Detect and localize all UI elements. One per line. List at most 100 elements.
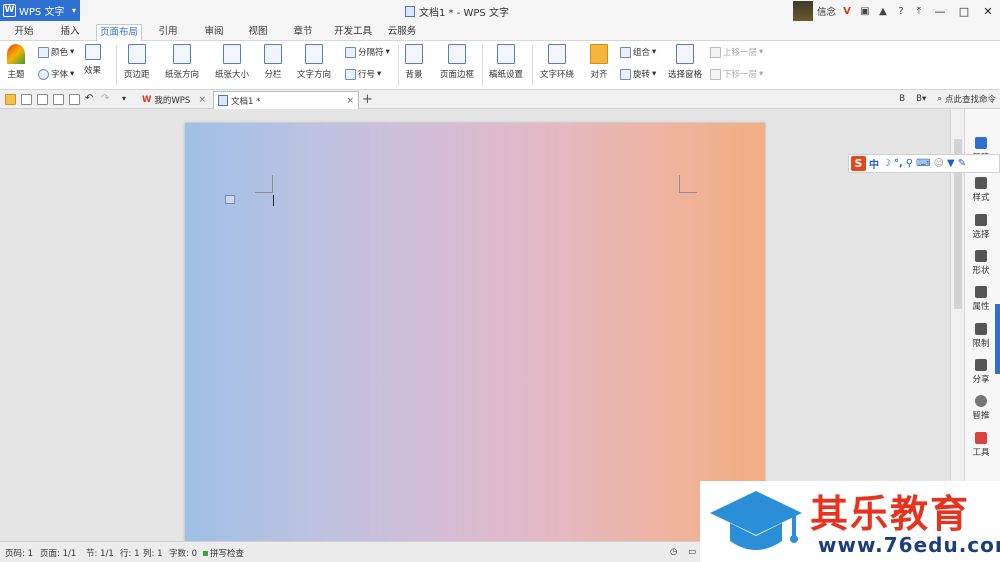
close-button[interactable]: ✕	[976, 0, 1000, 22]
chevron-down-icon: ▾	[70, 47, 75, 57]
manuscript-button[interactable]: 稿纸设置	[489, 44, 523, 80]
close-icon[interactable]: ×	[346, 96, 354, 106]
colors-button[interactable]: 颜色 ▾	[38, 46, 74, 58]
columns-button[interactable]: 分栏	[264, 44, 282, 80]
tab-view[interactable]: 视图	[242, 24, 274, 41]
side-panel-toggle[interactable]	[995, 304, 1000, 374]
orientation-button[interactable]: 纸张方向	[165, 44, 199, 80]
status-row[interactable]: 行: 1	[120, 547, 139, 559]
minimize-button[interactable]: —	[928, 0, 952, 22]
align-button[interactable]: 对齐	[590, 44, 608, 80]
side-item-label: 形状	[972, 266, 990, 276]
side-item-label: 样式	[972, 193, 990, 203]
side-item-properties[interactable]: 属性	[965, 286, 997, 312]
view-mode-icon[interactable]: ▭	[688, 547, 696, 557]
new-tab-button[interactable]: +	[362, 92, 373, 107]
format-icon[interactable]: B▾	[916, 94, 926, 104]
print-icon[interactable]	[53, 94, 64, 105]
status-section[interactable]: 节: 1/1	[86, 547, 114, 559]
tab-my-wps[interactable]: W 我的WPS ×	[138, 91, 210, 109]
ime-mode[interactable]: 中	[869, 156, 879, 171]
paper-size-button[interactable]: 纸张大小	[215, 44, 249, 80]
font-button[interactable]: 字体 ▾	[38, 68, 74, 80]
tab-page-layout[interactable]: 页面布局	[96, 24, 142, 41]
margins-button[interactable]: 页边距	[124, 44, 150, 80]
close-icon[interactable]: ×	[198, 95, 206, 105]
rotate-button[interactable]: 旋转 ▾	[620, 68, 656, 80]
microphone-icon[interactable]: ⚲	[906, 158, 913, 169]
columns-icon	[264, 44, 282, 64]
document-page[interactable]	[185, 123, 765, 541]
restore-layout-icon[interactable]: ⤒	[911, 3, 927, 19]
ime-toolbar[interactable]: S 中 ☽ °, ⚲ ⌨ ☺ ▼ ✎	[848, 154, 1000, 173]
maximize-button[interactable]: □	[952, 0, 976, 22]
search-command[interactable]: B B▾ ⌕ 点此查找命令	[899, 93, 996, 105]
status-column[interactable]: 列: 1	[143, 547, 162, 559]
tab-home[interactable]: 开始	[8, 24, 40, 41]
bold-b-icon[interactable]: B	[899, 94, 905, 104]
text-direction-button[interactable]: 文字方向	[297, 44, 331, 80]
document-title-text: 文档1 * - WPS 文字	[419, 8, 509, 19]
side-item-label: 属性	[972, 302, 990, 312]
tab-cloud-services[interactable]: 云服务	[384, 24, 420, 41]
side-item-tools[interactable]: 工具	[965, 432, 997, 458]
search-icon: ⌕	[937, 94, 942, 104]
manuscript-icon	[497, 44, 515, 64]
effects-button[interactable]: 效果	[84, 44, 101, 76]
theme-button[interactable]: 主题	[7, 44, 25, 80]
vip-icon[interactable]: V	[839, 3, 855, 19]
side-item-shapes[interactable]: 形状	[965, 250, 997, 276]
background-button[interactable]: 背景	[405, 44, 423, 80]
line-numbers-button[interactable]: 行号 ▾	[345, 68, 381, 80]
status-pages[interactable]: 页面: 1/1	[40, 547, 76, 559]
new-doc-icon	[975, 137, 987, 149]
side-item-recommend[interactable]: 智推	[965, 395, 997, 421]
side-item-styles[interactable]: 样式	[965, 177, 997, 203]
side-item-select[interactable]: 选择	[965, 214, 997, 240]
paste-options-icon[interactable]	[225, 195, 235, 204]
page-borders-button[interactable]: 页面边框	[440, 44, 474, 80]
skin-icon[interactable]: ▼	[947, 158, 955, 169]
status-page-number[interactable]: 页码: 1	[5, 547, 33, 559]
selection-pane-icon	[676, 44, 694, 64]
user-icon[interactable]: ☺	[934, 158, 944, 169]
page-borders-label: 页面边框	[440, 70, 475, 80]
search-command-label: 点此查找命令	[944, 95, 996, 105]
export-pdf-icon[interactable]	[37, 94, 48, 105]
redo-icon[interactable]: ↷	[101, 94, 112, 105]
side-item-share[interactable]: 分享	[965, 359, 997, 385]
customize-quick-access-icon[interactable]: ▾	[122, 94, 133, 105]
print-preview-icon[interactable]	[69, 94, 80, 105]
tab-insert[interactable]: 插入	[54, 24, 86, 41]
wrap-text-button[interactable]: 文字环绕	[540, 44, 574, 80]
undo-icon[interactable]: ↶	[85, 94, 96, 105]
keyboard-icon[interactable]: ⌨	[916, 158, 930, 169]
breaks-icon	[345, 46, 356, 58]
tab-developer[interactable]: 开发工具	[330, 24, 376, 41]
punctuation-icon[interactable]: °,	[894, 158, 903, 169]
breaks-button[interactable]: 分隔符 ▾	[345, 46, 390, 58]
bring-forward-button[interactable]: 上移一层 ▾	[710, 46, 763, 58]
avatar[interactable]	[792, 1, 813, 21]
status-word-count[interactable]: 字数: 0	[169, 547, 197, 559]
wrench-icon[interactable]: ✎	[958, 158, 966, 169]
group-button[interactable]: 组合 ▾	[620, 46, 656, 58]
tab-references[interactable]: 引用	[152, 24, 184, 41]
tab-document1[interactable]: 文档1 * ×	[213, 91, 359, 109]
skin-icon[interactable]: ▣	[857, 3, 873, 19]
help-icon[interactable]: ?	[893, 3, 909, 19]
user-name[interactable]: 信念	[817, 4, 836, 18]
spell-check-toggle[interactable]: 拼写检查	[203, 547, 244, 559]
half-width-icon[interactable]: ☽	[882, 158, 891, 169]
selection-pane-button[interactable]: 选择窗格	[668, 44, 702, 80]
tab-section[interactable]: 章节	[287, 24, 319, 41]
history-icon[interactable]: ◷	[670, 547, 677, 557]
tab-review[interactable]: 审阅	[198, 24, 230, 41]
save-icon[interactable]	[21, 94, 32, 105]
send-backward-button[interactable]: 下移一层 ▾	[710, 68, 763, 80]
shirt-icon[interactable]: ▲	[875, 3, 891, 19]
side-item-restrict[interactable]: 限制	[965, 323, 997, 349]
vertical-scrollbar[interactable]	[950, 109, 964, 541]
open-icon[interactable]	[5, 94, 16, 105]
app-menu-button[interactable]: W WPS 文字 ▾	[0, 0, 80, 21]
